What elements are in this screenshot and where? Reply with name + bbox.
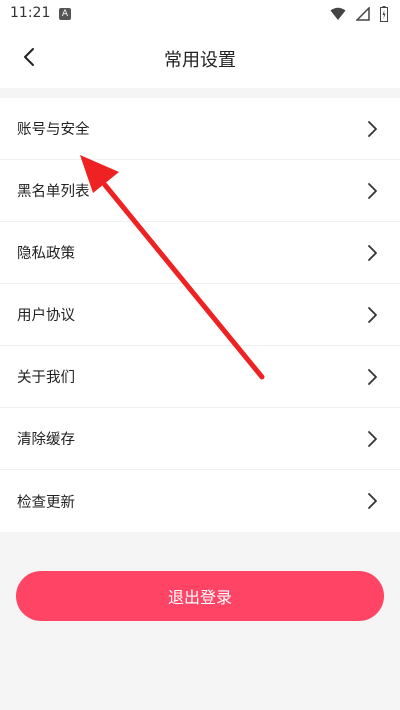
chevron-right-icon <box>364 182 380 200</box>
menu-item-label: 隐私政策 <box>17 246 75 262</box>
status-icons <box>330 6 388 22</box>
menu-item-label: 用户协议 <box>17 308 75 324</box>
menu-item-clear-cache[interactable]: 清除缓存 <box>0 408 400 470</box>
logout-button[interactable]: 退出登录 <box>16 571 384 621</box>
page-title: 常用设置 <box>164 50 236 71</box>
menu-item-label: 账号与安全 <box>17 122 90 138</box>
menu-item-label: 黑名单列表 <box>17 184 90 200</box>
status-time: 11:21 <box>10 5 51 21</box>
menu-item-blacklist[interactable]: 黑名单列表 <box>0 160 400 222</box>
status-bar: 11:21 A <box>0 0 400 28</box>
menu-item-label: 清除缓存 <box>17 432 75 448</box>
menu-item-check-update[interactable]: 检查更新 <box>0 470 400 532</box>
menu-item-about-us[interactable]: 关于我们 <box>0 346 400 408</box>
chevron-right-icon <box>364 306 380 324</box>
menu-item-label: 检查更新 <box>17 494 75 511</box>
app-header: 常用设置 <box>0 28 400 88</box>
wifi-icon <box>330 7 346 20</box>
status-notification-icon: A <box>59 8 71 20</box>
signal-icon <box>356 7 370 21</box>
menu-item-account-security[interactable]: 账号与安全 <box>0 98 400 160</box>
battery-icon <box>380 6 388 22</box>
menu-item-privacy-policy[interactable]: 隐私政策 <box>0 222 400 284</box>
chevron-right-icon <box>364 492 380 510</box>
chevron-right-icon <box>364 368 380 386</box>
menu-item-label: 关于我们 <box>17 370 75 386</box>
chevron-right-icon <box>364 120 380 138</box>
menu-item-user-agreement[interactable]: 用户协议 <box>0 284 400 346</box>
chevron-right-icon <box>364 430 380 448</box>
chevron-right-icon <box>364 244 380 262</box>
settings-menu: 账号与安全 黑名单列表 隐私政策 用户协议 关于我们 清除缓存 检查更新 <box>0 98 400 532</box>
